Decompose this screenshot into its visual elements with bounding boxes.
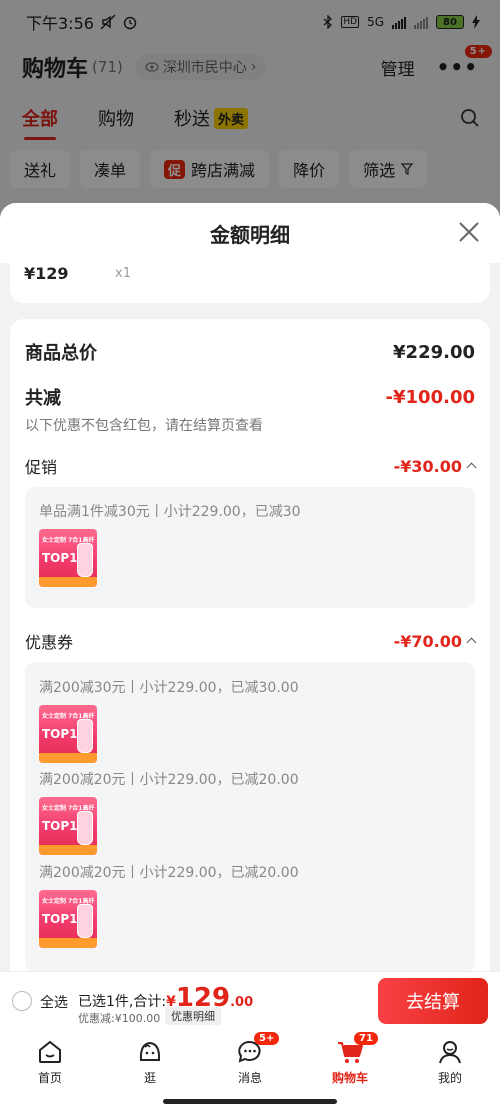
promo-detail-box: 单品满1件减30元丨小计229.00，已减30 女士定制 7合1高纤 TOP1 bbox=[25, 487, 475, 608]
promo-label: 促销 bbox=[25, 458, 58, 477]
select-all-label[interactable]: 全选 bbox=[40, 992, 68, 1012]
coupon-detail-box: 满200减30元丨小计229.00，已减30.00 女士定制 7合1高纤 TOP1… bbox=[25, 662, 475, 971]
explore-icon bbox=[139, 1041, 161, 1061]
promo-item-text: 单品满1件减30元丨小计229.00，已减30 bbox=[39, 504, 301, 520]
nav-cart-label: 购物车 bbox=[331, 1071, 368, 1085]
nav-explore-label: 逛 bbox=[143, 1071, 156, 1085]
total-reduction-row: 共减 -¥100.00 bbox=[25, 384, 475, 410]
product-thumbnail: 女士定制 7合1高纤 TOP1 bbox=[39, 890, 97, 948]
total-price-label: 商品总价 bbox=[25, 343, 97, 364]
checkout-bar: 全选 已选1件,合计: ¥ 129 .00 优惠减:¥100.00 优惠明细 去… bbox=[0, 971, 500, 1030]
amount-detail-sheet: 金额明细 ¥129 x1 商品总价 ¥229.00 共减 -¥100.00 以下… bbox=[0, 203, 500, 971]
total-price-row: 商品总价 ¥229.00 bbox=[25, 339, 475, 365]
total-reduction-value: -¥100.00 bbox=[385, 386, 475, 408]
product-price: ¥129 bbox=[24, 264, 69, 283]
checkout-button[interactable]: 去结算 bbox=[378, 978, 488, 1024]
coupon-section-header[interactable]: 优惠券 -¥70.00 bbox=[25, 629, 477, 653]
sheet-header: 金额明细 bbox=[0, 203, 500, 263]
total-amount: 129 bbox=[175, 983, 231, 1013]
close-icon[interactable] bbox=[456, 219, 482, 245]
discount-detail-button[interactable]: 优惠明细 bbox=[165, 1007, 221, 1025]
select-all-checkbox[interactable] bbox=[12, 991, 32, 1011]
product-thumbnail: 女士定制 7合1高纤 TOP1 bbox=[39, 705, 97, 763]
total-amount-decimal: .00 bbox=[230, 995, 254, 1010]
product-quantity: x1 bbox=[115, 266, 131, 281]
nav-home-label: 首页 bbox=[37, 1071, 62, 1085]
discount-text: 优惠减:¥100.00 bbox=[78, 1012, 161, 1025]
home-indicator bbox=[163, 1099, 337, 1104]
nav-profile-label: 我的 bbox=[437, 1071, 462, 1085]
nav-home[interactable]: 首页 bbox=[0, 1030, 100, 1111]
coupon-item-text: 满200减30元丨小计229.00，已减30.00 bbox=[39, 680, 299, 696]
coupon-item-text: 满200减20元丨小计229.00，已减20.00 bbox=[39, 772, 299, 788]
chevron-up-icon bbox=[466, 637, 477, 648]
total-price-value: ¥229.00 bbox=[393, 341, 475, 363]
total-reduction-label: 共减 bbox=[25, 388, 61, 409]
coupon-value: -¥70.00 bbox=[393, 631, 462, 651]
coupon-item-text: 满200减20元丨小计229.00，已减20.00 bbox=[39, 865, 299, 881]
nav-profile[interactable]: 我的 bbox=[400, 1030, 500, 1111]
sheet-title: 金额明细 bbox=[210, 222, 290, 247]
home-icon bbox=[39, 1040, 61, 1063]
promo-section-header[interactable]: 促销 -¥30.00 bbox=[25, 454, 477, 478]
cart-badge: 71 bbox=[354, 1032, 378, 1045]
profile-icon bbox=[439, 1041, 461, 1064]
product-thumbnail: 女士定制 7合1高纤 TOP1 bbox=[39, 797, 97, 855]
amount-detail-card: 商品总价 ¥229.00 共减 -¥100.00 以下优惠不包含红包，请在结算页… bbox=[10, 319, 490, 971]
messages-badge: 5+ bbox=[254, 1032, 280, 1045]
product-thumbnail: 女士定制 7合1高纤 TOP1 bbox=[39, 529, 97, 587]
reduction-note: 以下优惠不包含红包，请在结算页查看 bbox=[25, 418, 263, 434]
promo-value: -¥30.00 bbox=[393, 456, 462, 476]
nav-messages-label: 消息 bbox=[237, 1071, 262, 1085]
product-summary-card: ¥129 x1 bbox=[10, 263, 490, 303]
coupon-label: 优惠券 bbox=[25, 633, 74, 652]
chevron-up-icon bbox=[466, 462, 477, 473]
summary-label: 已选1件,合计: bbox=[78, 994, 167, 1010]
